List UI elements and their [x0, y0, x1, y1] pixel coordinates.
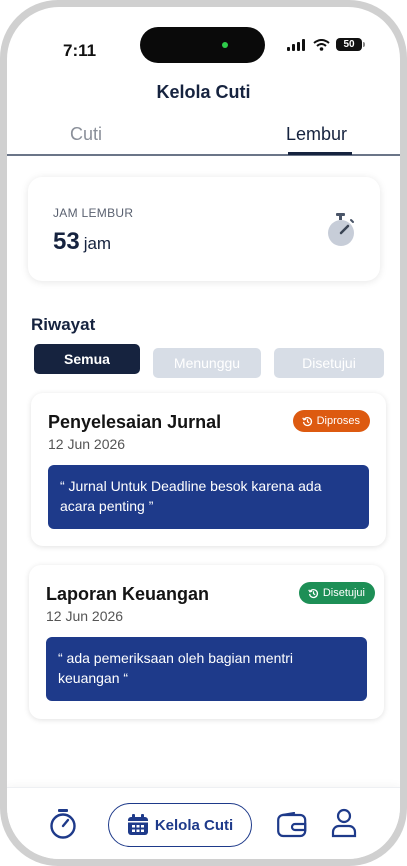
request-title: Laporan Keuangan	[46, 584, 210, 604]
overtime-unit: jam	[83, 234, 112, 253]
overtime-request-card[interactable]: Laporan Keuangan 12 Jun 2026 Disetujui “…	[29, 565, 384, 719]
request-date: 12 Jun 2026	[48, 436, 126, 452]
overtime-value: 53 jam	[53, 228, 111, 256]
bottom-navigation: Kelola Cuti	[7, 787, 400, 859]
history-icon	[308, 588, 318, 598]
status-label: Diproses	[316, 415, 360, 427]
status-label: Disetujui	[322, 587, 365, 599]
request-note: “ Jurnal Untuk Deadline besok karena ada…	[48, 465, 369, 529]
wifi-icon	[313, 38, 330, 51]
overtime-label: JAM LEMBUR	[53, 206, 134, 220]
status-icons: 50	[287, 38, 365, 51]
filter-pending-button[interactable]: Menunggu	[153, 348, 261, 378]
overtime-summary-card: JAM LEMBUR 53 jam	[28, 177, 380, 281]
camera-indicator-icon	[222, 42, 228, 48]
request-date: 12 Jun 2026	[46, 608, 124, 624]
tab-lembur[interactable]: Lembur	[286, 124, 347, 145]
signal-icon	[287, 38, 305, 51]
dynamic-island	[140, 27, 265, 63]
filter-approved-button[interactable]: Disetujui	[274, 348, 384, 378]
overtime-hours: 53	[53, 228, 80, 255]
stopwatch-icon[interactable]	[49, 808, 77, 840]
request-title: Penyelesaian Jurnal	[48, 412, 222, 432]
nav-kelola-cuti-label: Kelola Cuti	[154, 816, 234, 834]
status-time: 7:11	[63, 41, 97, 60]
stopwatch-icon	[328, 213, 354, 246]
status-badge: Disetujui	[298, 582, 375, 604]
page-title: Kelola Cuti	[156, 82, 251, 102]
overtime-request-card[interactable]: Penyelesaian Jurnal 12 Jun 2026 Diproses…	[31, 393, 386, 546]
device-frame: 7:11 50 Kelola Cuti Cuti Lembur JAM LEMB…	[0, 0, 407, 866]
request-note: “ ada pemeriksaan oleh bagian mentri keu…	[46, 637, 367, 701]
nav-kelola-cuti-button[interactable]: Kelola Cuti	[108, 803, 252, 847]
tab-cuti[interactable]: Cuti	[70, 124, 102, 145]
status-badge: Diproses	[292, 410, 370, 432]
app-screen: 7:11 50 Kelola Cuti Cuti Lembur JAM LEMB…	[7, 7, 400, 859]
wallet-icon[interactable]	[277, 812, 307, 838]
history-title: Riwayat	[31, 315, 96, 334]
calendar-icon	[127, 814, 148, 835]
history-icon	[301, 416, 312, 426]
battery-icon: 50	[336, 38, 365, 51]
profile-icon[interactable]	[331, 808, 357, 838]
filter-all-button[interactable]: Semua	[34, 344, 140, 374]
active-tab-indicator	[288, 152, 352, 155]
tab-bar: Cuti Lembur	[7, 122, 400, 156]
